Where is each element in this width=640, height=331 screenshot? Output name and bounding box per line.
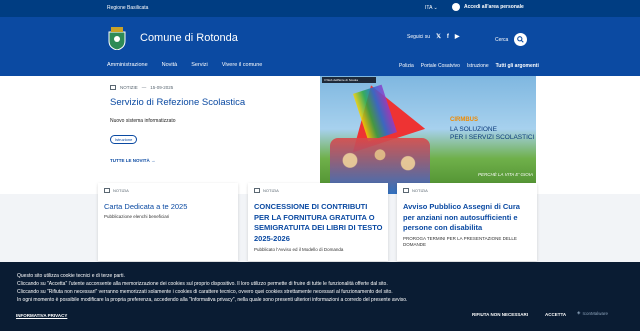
language-label: ITA	[425, 5, 433, 11]
card-category: NOTIZIA	[263, 188, 279, 193]
all-news-label: TUTTE LE NOVITÀ	[110, 158, 150, 163]
nav-item-servizi[interactable]: Servizi	[191, 62, 208, 68]
follow-label: Seguici su	[407, 33, 431, 40]
hero-subtitle: Nuovo sistema informatizzato	[110, 118, 176, 124]
nav-item-novita[interactable]: Novità	[162, 62, 178, 68]
all-news-link[interactable]: TUTTE LE NOVITÀ →	[110, 158, 156, 163]
cookie-banner: Questo sito utilizza cookie tecnici e di…	[0, 262, 640, 331]
top-bar: Regione Basilicata ITA ⌄ Accedi all'area…	[0, 0, 640, 17]
card-description: Pubblicazione elenchi beneficiari	[104, 214, 170, 219]
nav-item-portale[interactable]: Portale Cosatvivo	[421, 63, 460, 69]
youtube-icon[interactable]: ▶	[455, 33, 460, 40]
nav-item-all-topics[interactable]: Tutti gli argomenti	[496, 63, 539, 69]
badge: ◈ IconMalware	[577, 310, 608, 316]
topic-tag[interactable]: Istruzione	[110, 135, 138, 144]
twitter-icon[interactable]: 𝕏	[436, 33, 441, 40]
municipality-crest-icon	[108, 27, 126, 50]
cookie-text-line: Cliccando su "Rifiuta non necessari" ver…	[17, 289, 393, 295]
search-area: Cerca	[495, 33, 528, 46]
news-card[interactable]: NOTIZIA Avviso Pubblico Assegni di Cura …	[397, 183, 537, 261]
main-nav: Amministrazione Novità Servizi Vivere il…	[107, 62, 262, 68]
card-meta: NOTIZIA	[104, 188, 129, 193]
user-icon	[452, 3, 460, 11]
accept-button[interactable]: ACCETTA	[545, 312, 566, 317]
calendar-icon	[403, 188, 409, 193]
nav-item-istruzione[interactable]: Istruzione	[467, 63, 489, 69]
site-header: Comune di Rotonda Seguici su 𝕏 f ▶ Cerca…	[0, 17, 640, 76]
nav-item-amministrazione[interactable]: Amministrazione	[107, 62, 148, 68]
login-button[interactable]: Accedi all'area personale	[452, 3, 524, 11]
card-description: Pubblicato l'Avviso ed il Modello di Dom…	[254, 247, 344, 252]
promo-highlight: CIRMBUS	[450, 117, 478, 123]
card-meta: NOTIZIA	[254, 188, 279, 193]
separator: —	[141, 85, 147, 90]
promo-line2: PER I SERVIZI SCOLASTICI	[450, 134, 535, 141]
login-label: Accedi all'area personale	[464, 4, 524, 10]
card-description: PROROGA TERMINI PER LA PRESENTAZIONE DEL…	[403, 236, 517, 247]
language-selector[interactable]: ITA ⌄	[425, 5, 438, 11]
hero-title[interactable]: Servizio di Refezione Scolastica	[110, 97, 245, 108]
calendar-icon	[110, 85, 116, 90]
facebook-icon[interactable]: f	[447, 34, 449, 40]
hero-category: NOTIZIE	[120, 85, 138, 90]
badge-label: IconMalware	[582, 310, 608, 316]
nav-item-vivere[interactable]: Vivere il comune	[222, 62, 263, 68]
social-links: Seguici su 𝕏 f ▶	[407, 33, 460, 41]
card-title[interactable]: Avviso Pubblico Assegni di Cura per anzi…	[403, 202, 533, 234]
privacy-policy-link[interactable]: INFORMATIVA PRIVACY	[16, 313, 67, 318]
card-title[interactable]: Carta Dedicata a te 2025	[104, 202, 234, 213]
reject-button[interactable]: RIFIUTA NON NECESSARI	[472, 312, 528, 317]
search-label: Cerca	[495, 36, 509, 43]
hero-meta: NOTIZIE — 15-09-2025	[110, 85, 173, 90]
card-title[interactable]: CONCESSIONE DI CONTRIBUTI PER LA FORNITU…	[254, 202, 384, 244]
calendar-icon	[254, 188, 260, 193]
cookie-text-line: Questo sito utilizza cookie tecnici e di…	[17, 273, 125, 279]
card-meta: NOTIZIA	[403, 188, 428, 193]
nav-item-polizia[interactable]: Polizia	[399, 63, 414, 69]
region-link[interactable]: Regione Basilicata	[107, 5, 148, 11]
hero-date: 15-09-2025	[150, 85, 174, 90]
search-icon	[517, 36, 525, 43]
promo-brand: Il Web dell'Ente di Scuola	[322, 77, 376, 83]
promo-slogan: PERCHÈ LA VITA E' GIOIA	[478, 172, 533, 177]
cookie-text-line: Cliccando su "Accetta" l'utente acconsen…	[17, 281, 388, 287]
news-card[interactable]: NOTIZIA Carta Dedicata a te 2025 Pubblic…	[98, 183, 238, 261]
search-button[interactable]	[514, 33, 528, 46]
news-card[interactable]: NOTIZIA CONCESSIONE DI CONTRIBUTI PER LA…	[248, 183, 388, 261]
calendar-icon	[104, 188, 110, 193]
shield-icon: ◈	[577, 310, 581, 315]
cookie-text-line: In ogni momento è possibile modificare l…	[17, 297, 408, 303]
site-title[interactable]: Comune di Rotonda	[140, 32, 238, 44]
secondary-nav: Polizia Portale Cosatvivo Istruzione Tut…	[399, 63, 539, 69]
promo-line1: LA SOLUZIONE	[450, 126, 497, 133]
card-category: NOTIZIA	[412, 188, 428, 193]
card-category: NOTIZIA	[113, 188, 129, 193]
promo-banner[interactable]: Il Web dell'Ente di Scuola CIRMBUS LA SO…	[320, 76, 536, 194]
